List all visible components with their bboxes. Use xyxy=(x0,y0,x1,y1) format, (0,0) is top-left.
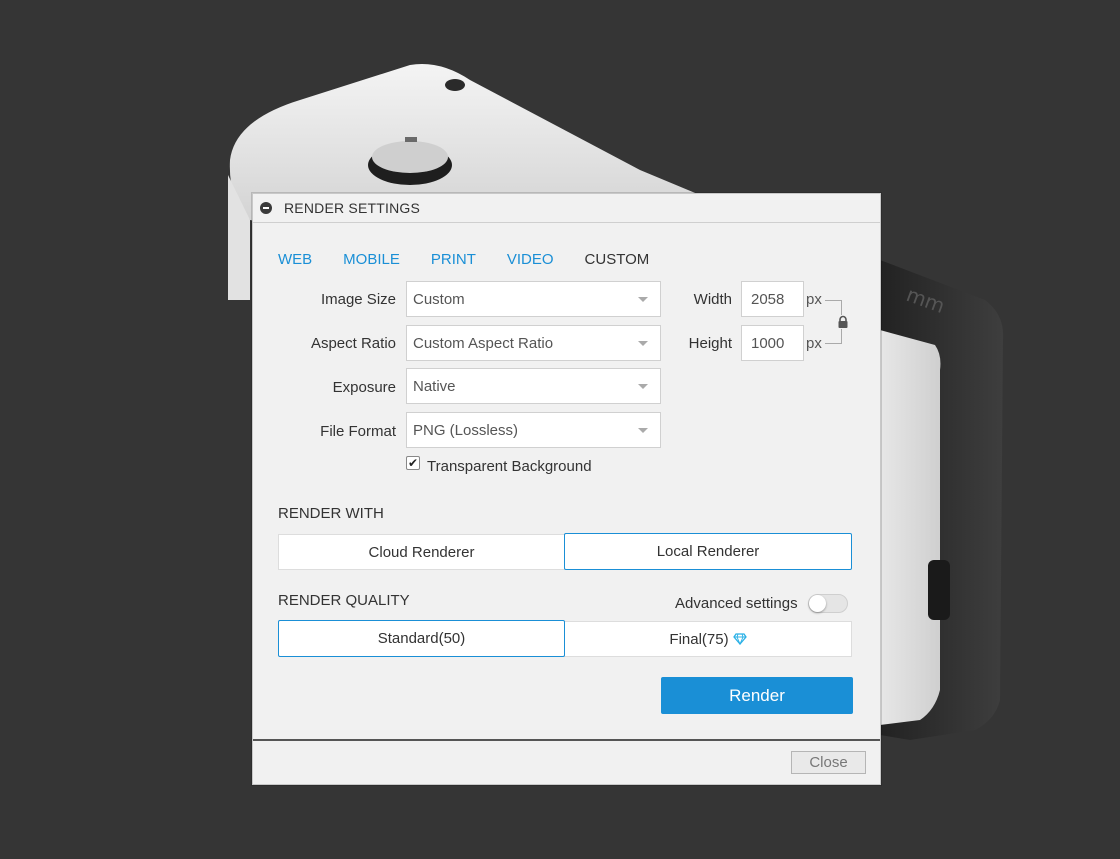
aspect-ratio-label: Aspect Ratio xyxy=(310,335,396,352)
width-input[interactable]: 2058 xyxy=(741,281,804,317)
diamond-icon xyxy=(732,633,747,645)
render-with-title: RENDER WITH xyxy=(278,505,384,522)
height-unit: px xyxy=(806,335,822,352)
exposure-label: Exposure xyxy=(332,379,396,396)
render-button[interactable]: Render xyxy=(661,677,853,714)
final-quality-button[interactable]: Final(75) xyxy=(564,621,852,657)
width-unit: px xyxy=(806,291,822,308)
image-size-label: Image Size xyxy=(320,291,396,308)
advanced-settings-toggle[interactable] xyxy=(808,594,848,613)
chevron-down-icon xyxy=(638,428,648,433)
render-quality-title: RENDER QUALITY xyxy=(278,592,410,609)
height-input[interactable]: 1000 xyxy=(741,325,804,361)
tab-web[interactable]: WEB xyxy=(278,251,312,268)
file-format-value: PNG (Lossless) xyxy=(413,421,519,439)
dialog-footer: Close xyxy=(253,739,880,784)
final-quality-label: Final(75) xyxy=(669,630,729,648)
local-renderer-button[interactable]: Local Renderer xyxy=(564,533,852,570)
collapse-icon[interactable] xyxy=(260,202,272,214)
chevron-down-icon xyxy=(638,384,648,389)
render-settings-dialog: RENDER SETTINGS WEB MOBILE PRINT VIDEO C… xyxy=(252,193,881,785)
aspect-ratio-select[interactable]: Custom Aspect Ratio xyxy=(406,325,661,361)
exposure-value: Native xyxy=(413,377,456,395)
height-label: Height xyxy=(688,335,732,352)
dialog-titlebar: RENDER SETTINGS xyxy=(253,194,880,223)
standard-quality-button[interactable]: Standard(50) xyxy=(278,620,565,657)
chevron-down-icon xyxy=(638,297,648,302)
image-size-value: Custom xyxy=(413,290,465,308)
file-format-select[interactable]: PNG (Lossless) xyxy=(406,412,661,448)
toggle-knob xyxy=(809,595,826,612)
dialog-title: RENDER SETTINGS xyxy=(284,200,421,216)
advanced-settings-label: Advanced settings xyxy=(675,595,798,612)
transparent-background-label: Transparent Background xyxy=(427,458,592,475)
close-button[interactable]: Close xyxy=(791,751,866,774)
width-label: Width xyxy=(693,291,732,308)
cloud-renderer-button[interactable]: Cloud Renderer xyxy=(278,534,565,570)
exposure-select[interactable]: Native xyxy=(406,368,661,404)
tab-mobile[interactable]: MOBILE xyxy=(343,251,400,268)
lock-icon[interactable] xyxy=(836,315,850,329)
file-format-label: File Format xyxy=(320,423,396,440)
tab-video[interactable]: VIDEO xyxy=(507,251,554,268)
tab-print[interactable]: PRINT xyxy=(431,251,476,268)
image-size-select[interactable]: Custom xyxy=(406,281,661,317)
transparent-background-checkbox[interactable]: ✔ xyxy=(406,456,420,470)
aspect-ratio-value: Custom Aspect Ratio xyxy=(413,334,554,352)
preset-tabs: WEB MOBILE PRINT VIDEO CUSTOM xyxy=(278,251,680,268)
chevron-down-icon xyxy=(638,341,648,346)
tab-custom[interactable]: CUSTOM xyxy=(585,251,650,268)
